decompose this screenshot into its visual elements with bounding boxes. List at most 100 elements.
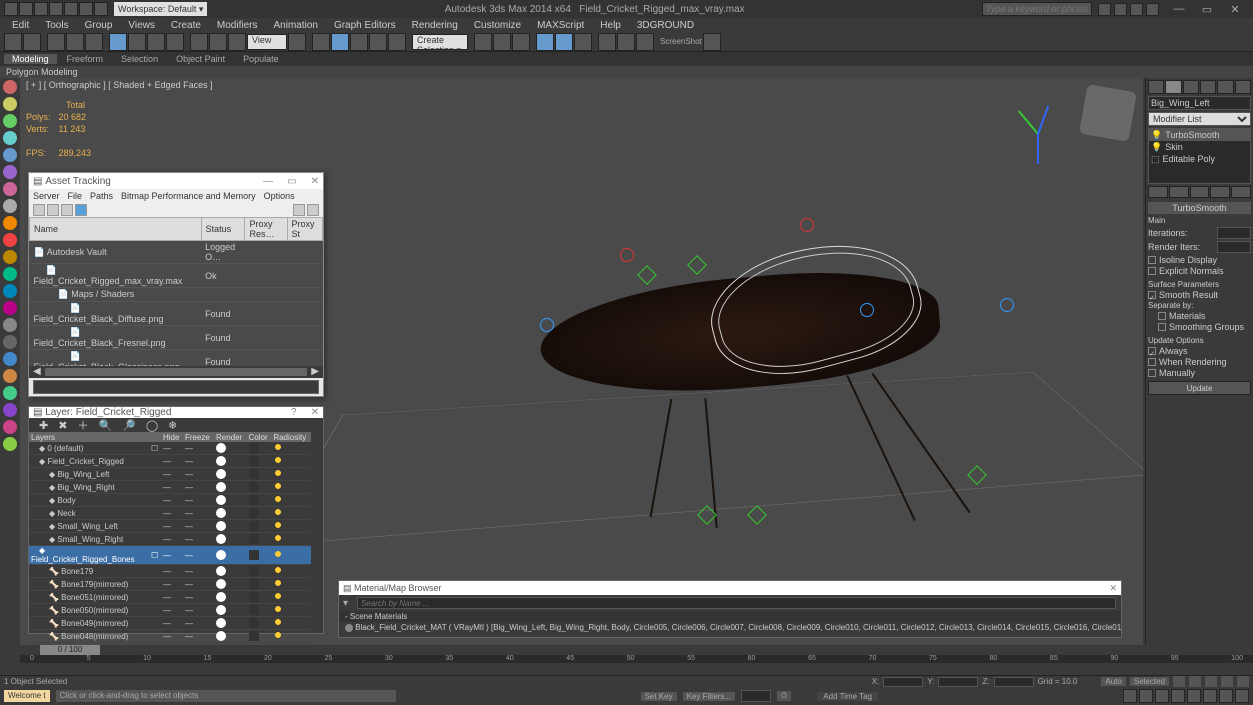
- scrollbar[interactable]: [45, 368, 308, 376]
- palette-icon[interactable]: [3, 267, 17, 281]
- play-prev-icon[interactable]: [1189, 676, 1201, 688]
- angle-snap-button[interactable]: [350, 33, 368, 51]
- layer-row[interactable]: 🦴 Bone051(mirrored)——: [29, 591, 311, 604]
- palette-icon[interactable]: [3, 131, 17, 145]
- maximize-viewport-icon[interactable]: [1203, 689, 1217, 703]
- palette-icon[interactable]: [3, 301, 17, 315]
- layer-row[interactable]: ◆ Field_Cricket_Rigged_Bones☐——: [29, 546, 311, 565]
- viewport-label[interactable]: [ + ] [ Orthographic ] [ Shaded + Edged …: [26, 80, 213, 90]
- y-input[interactable]: [938, 677, 978, 687]
- iterations-input[interactable]: [1217, 227, 1251, 239]
- hide-icon[interactable]: ◯: [146, 419, 158, 432]
- remove-modifier-icon[interactable]: [1210, 186, 1230, 198]
- asset-row[interactable]: 📄 Field_Cricket_Rigged_max_vray.maxOk: [30, 264, 323, 288]
- asset-tracking-window[interactable]: ▤ Asset Tracking —▭✕ Server File Paths B…: [28, 172, 324, 397]
- material-browser-window[interactable]: ▤ Material/Map Browser ✕ ▾ - Scene Mater…: [338, 580, 1122, 638]
- asset-row[interactable]: 📄 Maps / Shaders: [30, 288, 323, 302]
- frame-input[interactable]: [741, 690, 771, 702]
- asset-menu-bitmap[interactable]: Bitmap Performance and Memory: [121, 191, 256, 201]
- asset-row[interactable]: 📄 Field_Cricket_Black_Fresnel.pngFound: [30, 326, 323, 350]
- layer-table[interactable]: Layers Hide Freeze Render Color Radiosit…: [29, 432, 311, 643]
- materials-checkbox[interactable]: [1158, 312, 1166, 320]
- scroll-right[interactable]: ▶: [311, 366, 319, 378]
- stack-skin[interactable]: 💡Skin: [1149, 141, 1250, 153]
- modifier-stack[interactable]: 💡TurboSmooth 💡Skin ⬚Editable Poly: [1148, 128, 1251, 184]
- menu-help[interactable]: Help: [594, 20, 627, 31]
- smooth-result-checkbox[interactable]: [1148, 291, 1156, 299]
- pan-icon[interactable]: [1123, 689, 1137, 703]
- layer-row[interactable]: ◆ Small_Wing_Left——: [29, 520, 311, 533]
- redo-button[interactable]: [23, 33, 41, 51]
- tab-freeform[interactable]: Freeform: [59, 54, 112, 64]
- layer-row[interactable]: 🦴 Bone048(mirrored)——: [29, 630, 311, 643]
- menu-create[interactable]: Create: [165, 20, 207, 31]
- move-button[interactable]: [190, 33, 208, 51]
- tab-selection[interactable]: Selection: [113, 54, 166, 64]
- zoom-extents-icon[interactable]: [1155, 689, 1169, 703]
- layer-row[interactable]: 🦴 Bone049(mirrored)——: [29, 617, 311, 630]
- stack-editable-poly[interactable]: ⬚Editable Poly: [1149, 153, 1250, 165]
- menu-group[interactable]: Group: [79, 20, 119, 31]
- x-input[interactable]: [883, 677, 923, 687]
- tab-create[interactable]: [1148, 80, 1164, 94]
- select-button[interactable]: [109, 33, 127, 51]
- modifier-list-dropdown[interactable]: Modifier List: [1148, 112, 1251, 126]
- manually-radio[interactable]: [1148, 369, 1156, 377]
- undo-icon[interactable]: [64, 2, 78, 16]
- menu-edit[interactable]: Edit: [6, 20, 35, 31]
- layer-row[interactable]: ◆ Neck——: [29, 507, 311, 520]
- highlight-icon[interactable]: [75, 204, 87, 216]
- add-to-layer-icon[interactable]: ＋: [77, 417, 88, 433]
- col-proxy-st[interactable]: Proxy St: [287, 218, 323, 241]
- palette-icon[interactable]: [3, 284, 17, 298]
- min-max-icon[interactable]: [1219, 689, 1233, 703]
- layer-manager-window[interactable]: ▤ Layer: Field_Cricket_Rigged ?✕ ✚ ✖ ＋ 🔍…: [28, 406, 324, 634]
- palette-icon[interactable]: [3, 420, 17, 434]
- menu-animation[interactable]: Animation: [267, 20, 323, 31]
- play-end-icon[interactable]: [1237, 676, 1249, 688]
- layer-row[interactable]: ◆ Small_Wing_Right——: [29, 533, 311, 546]
- layer-row[interactable]: ◆ Big_Wing_Left——: [29, 468, 311, 481]
- always-radio[interactable]: [1148, 347, 1156, 355]
- named-selection-dropdown[interactable]: Create Selection ▾: [412, 34, 468, 50]
- palette-icon[interactable]: [3, 250, 17, 264]
- col-proxy-res[interactable]: Proxy Res…: [245, 218, 287, 241]
- palette-icon[interactable]: [3, 386, 17, 400]
- auto-key-button[interactable]: Auto: [1101, 677, 1125, 686]
- asset-menu-server[interactable]: Server: [33, 191, 60, 201]
- layer-row[interactable]: ◆ Body——: [29, 494, 311, 507]
- layer-row[interactable]: ◆ 0 (default)☐——: [29, 442, 311, 455]
- menu-views[interactable]: Views: [122, 20, 161, 31]
- tree-icon[interactable]: [47, 204, 59, 216]
- redo-icon[interactable]: [79, 2, 93, 16]
- scene-materials-section[interactable]: - Scene Materials: [339, 611, 1121, 622]
- palette-icon[interactable]: [3, 335, 17, 349]
- viewcube[interactable]: [1079, 84, 1137, 142]
- refresh-icon[interactable]: [33, 204, 45, 216]
- asset-table[interactable]: Name Status Proxy Res… Proxy St 📄 Autode…: [29, 217, 323, 366]
- col-status[interactable]: Status: [201, 218, 245, 241]
- help-button[interactable]: ?: [291, 407, 297, 418]
- search-dropdown-icon[interactable]: ▾: [339, 598, 352, 609]
- menu-tools[interactable]: Tools: [39, 20, 74, 31]
- stack-turbosmooth[interactable]: 💡TurboSmooth: [1149, 129, 1250, 141]
- link-icon[interactable]: [94, 2, 108, 16]
- palette-icon[interactable]: [3, 437, 17, 451]
- scene-cricket[interactable]: [360, 188, 1060, 548]
- play-icon[interactable]: [1205, 676, 1217, 688]
- maximize-button[interactable]: ▭: [1193, 3, 1221, 16]
- layer-row[interactable]: ◆ Field_Cricket_Rigged——: [29, 455, 311, 468]
- tab-display[interactable]: [1217, 80, 1233, 94]
- favorites-icon[interactable]: [1130, 3, 1143, 16]
- screenshot-button[interactable]: [703, 33, 721, 51]
- configure-icon[interactable]: [1231, 186, 1251, 198]
- unlink-button[interactable]: [66, 33, 84, 51]
- asset-menu-options[interactable]: Options: [264, 191, 295, 201]
- tab-utilities[interactable]: [1235, 80, 1251, 94]
- menu-modifiers[interactable]: Modifiers: [211, 20, 264, 31]
- asset-menu-paths[interactable]: Paths: [90, 191, 113, 201]
- palette-icon[interactable]: [3, 369, 17, 383]
- menu-3dground[interactable]: 3DGROUND: [631, 20, 700, 31]
- axis-gizmo[interactable]: [1013, 108, 1063, 158]
- orbit-icon[interactable]: [1187, 689, 1201, 703]
